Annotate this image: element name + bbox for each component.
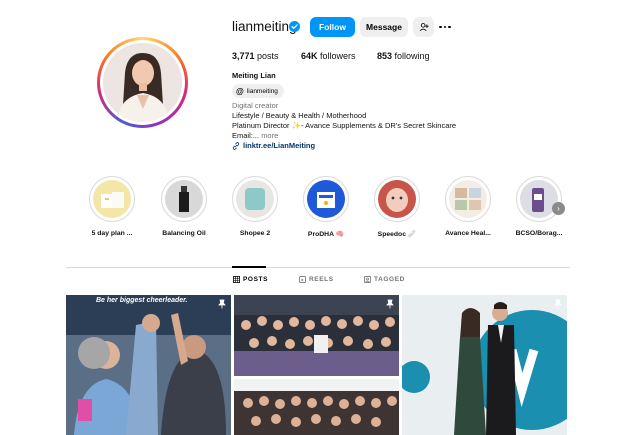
highlight-thumbnail (307, 180, 345, 218)
post-tile[interactable] (402, 295, 567, 435)
posts-count: 3,771 posts (232, 51, 279, 61)
pinned-icon (218, 299, 226, 309)
story-highlight[interactable]: ProDHA 🧠 (296, 176, 356, 238)
post-caption: Be her biggest cheerleader. (96, 297, 188, 304)
post-tile[interactable] (234, 379, 399, 435)
highlight-thumbnail (93, 180, 131, 218)
highlight-label: Avance Heal... (445, 230, 491, 237)
post-tile[interactable]: Be her biggest cheerleader. (66, 295, 231, 435)
bio-line: Platinum Director ✨- Avance Supplements … (232, 121, 457, 130)
follow-button[interactable]: Follow (310, 17, 355, 37)
more-options-icon[interactable] (437, 20, 453, 34)
active-tab-indicator (232, 266, 266, 268)
verified-badge-icon (289, 21, 300, 32)
more-link[interactable]: more (261, 131, 278, 140)
post-tile[interactable] (234, 295, 399, 376)
story-highlight[interactable]: 5 day plan ... (82, 176, 142, 237)
highlight-thumbnail (378, 180, 416, 218)
chevron-right-icon[interactable]: › (552, 202, 565, 215)
tab-tagged[interactable]: TAGGED (364, 276, 405, 283)
highlight-thumbnail (165, 180, 203, 218)
threads-icon: @ (236, 86, 244, 96)
story-highlight[interactable]: Avance Heal... (438, 176, 498, 237)
profile-full-name: Meiting Lian (232, 71, 276, 80)
highlight-thumbnail (236, 180, 274, 218)
grid-icon (233, 276, 240, 283)
reels-icon (299, 276, 306, 283)
story-highlight[interactable]: Speedoc 🩹 (367, 176, 427, 238)
suggested-accounts-button[interactable] (413, 17, 434, 37)
story-highlight[interactable]: Shopee 2 (225, 176, 285, 237)
add-person-icon (419, 23, 429, 32)
pinned-icon (386, 299, 394, 309)
highlight-label: Speedoc 🩹 (377, 231, 417, 238)
highlight-label: BCSO/Borag... (515, 230, 563, 237)
profile-username: lianmeiting (232, 19, 297, 34)
link-icon (232, 141, 240, 150)
pinned-icon (554, 299, 562, 309)
story-highlight[interactable]: Balancing Oil (154, 176, 214, 237)
highlight-label: Balancing Oil (162, 230, 206, 237)
following-count[interactable]: 853 following (377, 51, 430, 61)
profile-avatar[interactable] (97, 37, 188, 128)
message-button[interactable]: Message (360, 17, 408, 37)
tab-posts[interactable]: POSTS (233, 276, 268, 283)
tagged-icon (364, 276, 371, 283)
bio-line: Lifestyle / Beauty & Health / Motherhood (232, 111, 367, 120)
followers-count[interactable]: 64K followers (301, 51, 356, 61)
threads-badge[interactable]: @ lianmeiting (232, 84, 284, 98)
profile-link[interactable]: linktr.ee/LianMeiting (232, 141, 315, 150)
bio-line-truncated: Email:... more (232, 131, 279, 140)
highlight-thumbnail (449, 180, 487, 218)
highlight-label: 5 day plan ... (91, 230, 133, 237)
profile-category: Digital creator (232, 101, 279, 110)
threads-handle: lianmeiting (246, 87, 278, 95)
highlight-label: ProDHA 🧠 (307, 231, 345, 238)
tabs-divider (66, 267, 570, 268)
tab-reels[interactable]: REELS (299, 276, 334, 283)
highlight-label: Shopee 2 (239, 230, 271, 237)
